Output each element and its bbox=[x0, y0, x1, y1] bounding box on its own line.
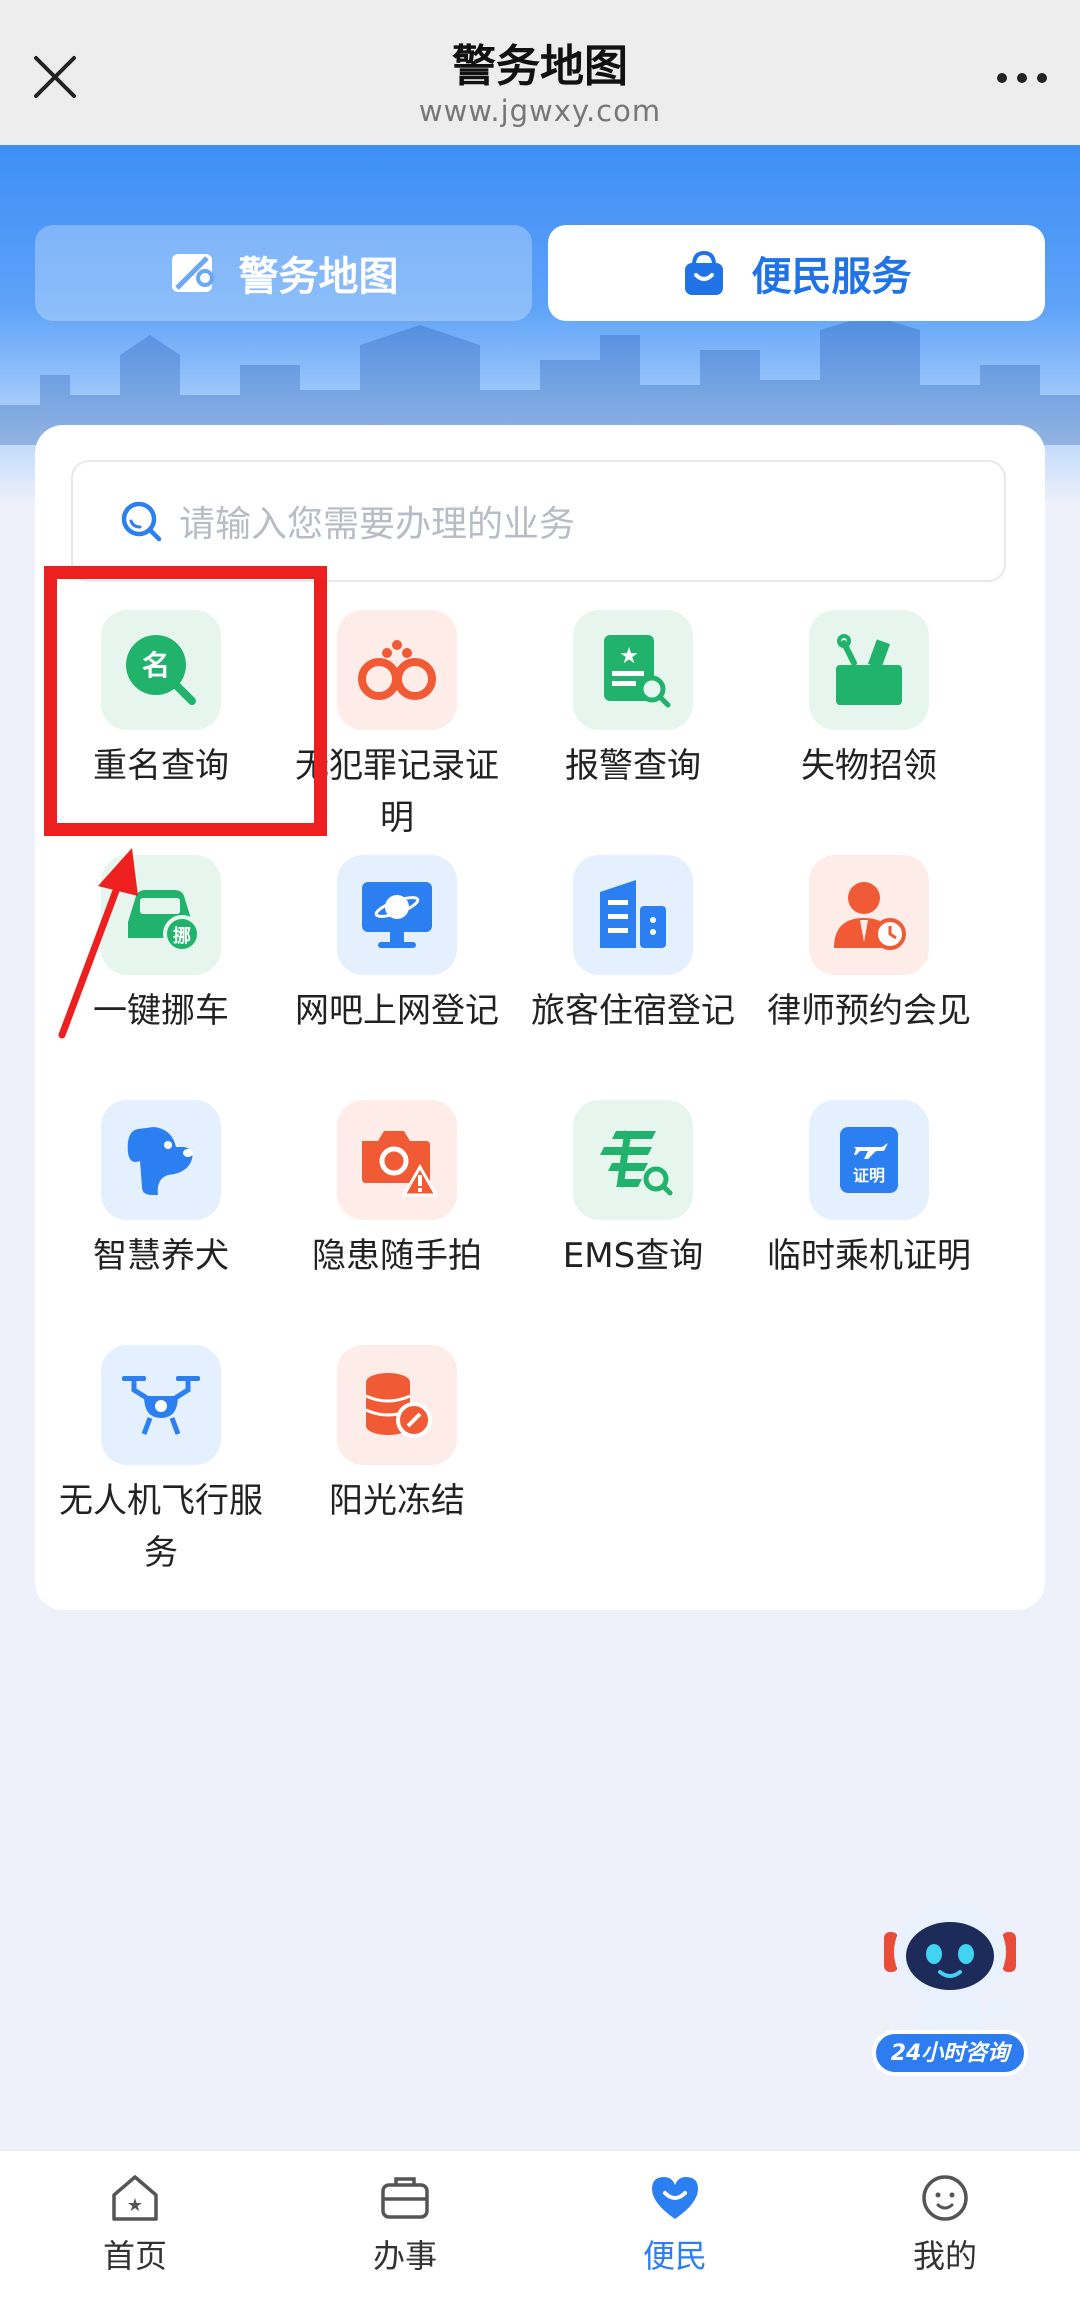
page-title: 警务地图 bbox=[452, 41, 628, 92]
service-label: 临时乘机证明 bbox=[767, 1236, 971, 1276]
nav-label: 便民 bbox=[642, 2237, 707, 2275]
service-smart-dog[interactable]: 智慧养犬 bbox=[43, 1100, 279, 1282]
svg-text:证明: 证明 bbox=[853, 1166, 885, 1185]
service-ems-search[interactable]: EMS查询 bbox=[515, 1100, 751, 1282]
tab-convenience-service-label: 便民服务 bbox=[751, 254, 912, 300]
service-sunshine-freeze[interactable]: 阳光冻结 bbox=[279, 1345, 515, 1527]
robot-badge-text: 24小时咨询 bbox=[890, 2041, 1010, 2066]
report-search-icon: ★ bbox=[604, 635, 671, 708]
service-hazard-photo[interactable]: 隐患随手拍 bbox=[279, 1100, 515, 1282]
service-label: 律师预约会见 bbox=[767, 991, 971, 1031]
service-label: 阳光冻结 bbox=[329, 1481, 465, 1521]
tab-police-map-label: 警务地图 bbox=[238, 254, 399, 300]
service-lost-found[interactable]: 失物招领 bbox=[751, 610, 987, 792]
bottom-nav: ★ 首页 办事 便民 我的 bbox=[0, 2150, 1080, 2297]
svg-text:★: ★ bbox=[619, 644, 639, 669]
lost-found-icon bbox=[836, 634, 902, 705]
home-star-icon: ★ bbox=[112, 2175, 158, 2221]
service-label: 无人机飞行服务 bbox=[59, 1481, 263, 1573]
service-label: EMS查询 bbox=[562, 1236, 704, 1276]
nav-item-home[interactable]: ★ 首页 bbox=[0, 2151, 270, 2297]
tab-convenience-service[interactable]: 便民服务 bbox=[548, 225, 1045, 321]
service-label: 报警查询 bbox=[565, 746, 701, 786]
svg-text:★: ★ bbox=[127, 2195, 143, 2216]
nav-label: 办事 bbox=[372, 2237, 437, 2275]
service-label: 隐患随手拍 bbox=[312, 1236, 482, 1276]
heart-icon bbox=[652, 2177, 698, 2219]
tab-police-map[interactable]: 警务地图 bbox=[35, 225, 532, 321]
page-url: www.jgwxy.com bbox=[418, 94, 662, 128]
service-label: 智慧养犬 bbox=[93, 1236, 229, 1276]
search-icon bbox=[121, 501, 162, 542]
briefcase-icon bbox=[381, 2177, 429, 2219]
bag-icon bbox=[684, 250, 723, 295]
robot-assistant-button[interactable]: 24小时咨询 bbox=[870, 1880, 1030, 2080]
ems-icon bbox=[600, 1130, 673, 1196]
internet-cafe-icon bbox=[362, 882, 432, 948]
service-internet-cafe[interactable]: 网吧上网登记 bbox=[279, 855, 515, 1037]
nav-label: 我的 bbox=[912, 2237, 977, 2275]
service-label: 旅客住宿登记 bbox=[531, 991, 735, 1031]
lawyer-icon bbox=[834, 882, 906, 950]
nav-label: 首页 bbox=[102, 2237, 167, 2275]
flight-certificate-icon: 证明 bbox=[840, 1127, 898, 1193]
dog-icon bbox=[127, 1127, 193, 1195]
service-report-search[interactable]: ★ 报警查询 bbox=[515, 610, 751, 792]
title-bar: 警务地图 www.jgwxy.com bbox=[0, 0, 1080, 145]
arrow-annotation-icon bbox=[58, 848, 138, 1039]
nav-item-convenience[interactable]: 便民 bbox=[540, 2151, 810, 2297]
service-flight-certificate[interactable]: 证明 临时乘机证明 bbox=[751, 1100, 987, 1282]
service-drone-flight[interactable]: 无人机飞行服务 bbox=[43, 1345, 279, 1579]
hotel-icon bbox=[600, 880, 666, 948]
svg-text:挪: 挪 bbox=[173, 925, 191, 947]
nav-item-affairs[interactable]: 办事 bbox=[270, 2151, 540, 2297]
service-label: 网吧上网登记 bbox=[295, 991, 499, 1031]
map-icon bbox=[171, 254, 214, 292]
camera-warning-icon bbox=[362, 1131, 439, 1197]
more-dots-icon[interactable] bbox=[994, 60, 1050, 96]
search-placeholder: 请输入您需要办理的业务 bbox=[179, 504, 576, 545]
handcuffs-icon bbox=[358, 640, 436, 700]
nav-item-mine[interactable]: 我的 bbox=[810, 2151, 1080, 2297]
service-label: 失物招领 bbox=[801, 746, 937, 786]
highlight-box bbox=[44, 566, 327, 836]
service-lawyer-appointment[interactable]: 律师预约会见 bbox=[751, 855, 987, 1037]
service-hotel-registration[interactable]: 旅客住宿登记 bbox=[515, 855, 751, 1037]
face-icon bbox=[922, 2175, 968, 2221]
search-input[interactable]: 请输入您需要办理的业务 bbox=[71, 460, 1006, 582]
drone-icon bbox=[122, 1376, 200, 1435]
coins-freeze-icon bbox=[365, 1373, 432, 1438]
